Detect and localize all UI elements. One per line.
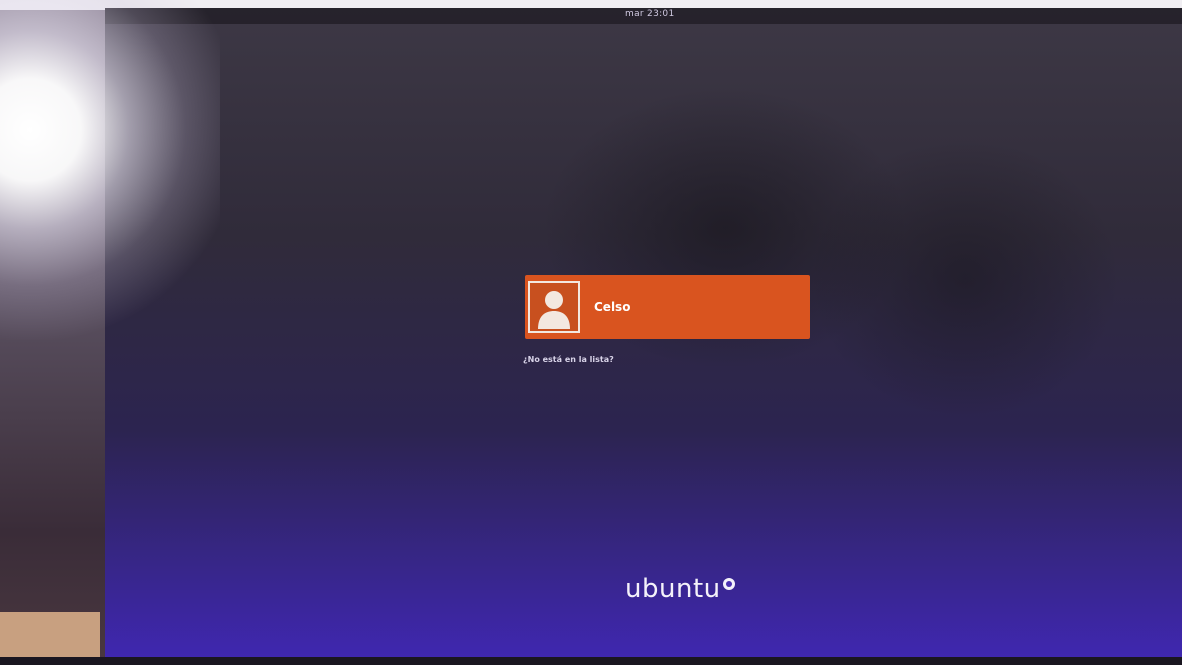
circle-of-friends-icon (722, 578, 735, 590)
ubuntu-logo: ubuntu (625, 574, 735, 604)
user-avatar-icon (528, 281, 580, 333)
not-listed-link[interactable]: ¿No está en la lista? (523, 355, 614, 364)
top-bar: mar 23:01 (105, 8, 1182, 24)
user-name-label: Celso (594, 300, 631, 314)
login-screen: mar 23:01 Celso ¿No está en la lista? ub… (105, 8, 1182, 658)
user-list-item[interactable]: Celso (525, 275, 810, 339)
photo-frame: mar 23:01 Celso ¿No está en la lista? ub… (0, 0, 1182, 665)
clock-label[interactable]: mar 23:01 (625, 9, 674, 19)
room-background (0, 0, 110, 665)
monitor-bezel-bottom (0, 657, 1182, 665)
logo-text: ubuntu (625, 574, 721, 604)
